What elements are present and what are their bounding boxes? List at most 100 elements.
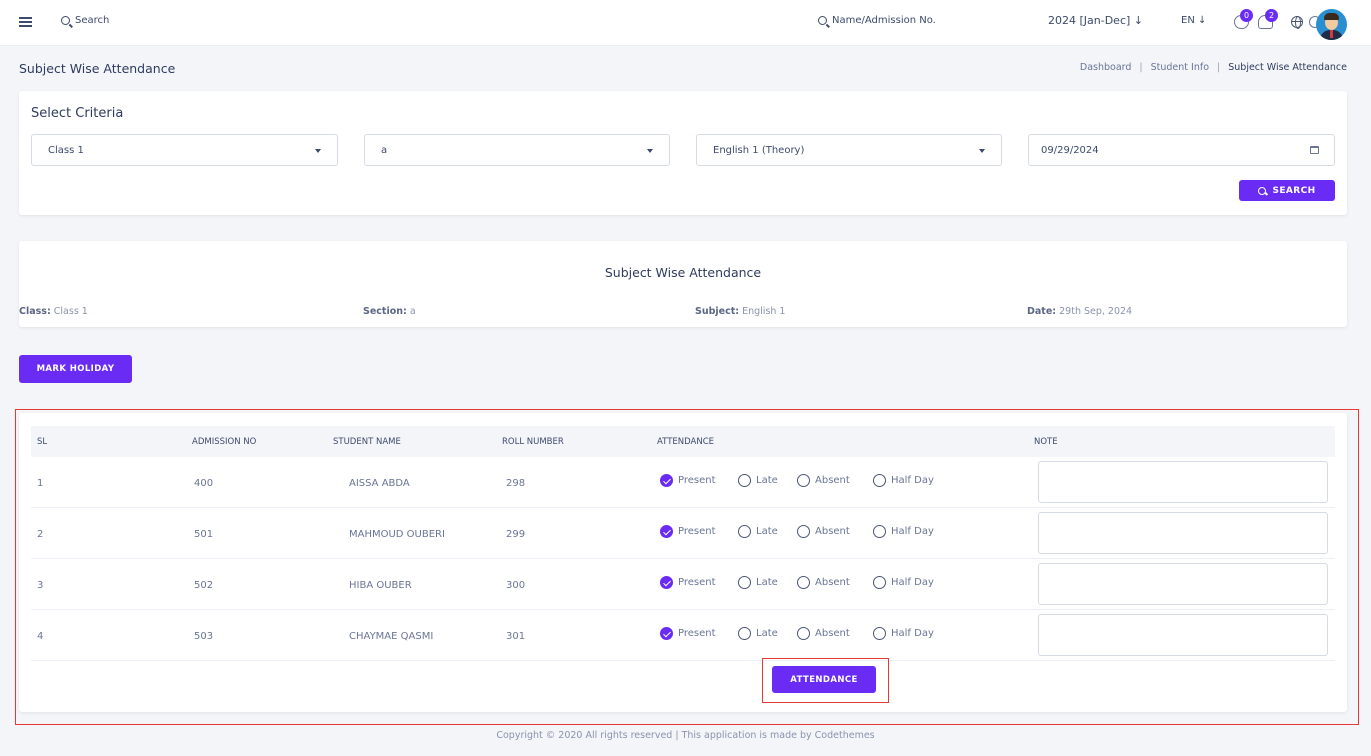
- cell-sl: 1: [37, 478, 44, 489]
- attendance-option-late[interactable]: Late: [738, 576, 778, 589]
- attendance-option-half-day[interactable]: Half Day: [873, 474, 934, 487]
- summary-subject-label: Subject:: [695, 306, 740, 317]
- radio-half-day[interactable]: [873, 525, 886, 538]
- search-button[interactable]: SEARCH: [1239, 180, 1335, 201]
- student-search[interactable]: Name/Admission No.: [818, 15, 936, 26]
- attendance-option-half-day[interactable]: Half Day: [873, 576, 934, 589]
- radio-present[interactable]: [660, 576, 673, 589]
- class-select[interactable]: Class 1: [31, 134, 338, 166]
- note-input[interactable]: [1038, 512, 1328, 554]
- footer-copyright: Copyright © 2020 All rights reserved | T…: [496, 730, 875, 741]
- mark-holiday-button[interactable]: MARK HOLIDAY: [19, 355, 132, 383]
- radio-late[interactable]: [738, 525, 751, 538]
- table-row: 3 502 HIBA OUBER 300 Present Late Absent Half D…: [31, 559, 1335, 610]
- attendance-option-label: Half Day: [891, 526, 934, 537]
- session-selector[interactable]: 2024 [Jan-Dec] ↓: [1048, 14, 1143, 27]
- radio-absent[interactable]: [797, 576, 810, 589]
- attendance-submit-button[interactable]: ATTENDANCE: [772, 666, 876, 693]
- calendar-icon[interactable]: [1310, 146, 1319, 154]
- chevron-down-icon: [647, 149, 653, 153]
- cell-student-name: CHAYMAE QASMI: [349, 631, 434, 642]
- cell-admission-no: 503: [194, 631, 214, 642]
- note-input[interactable]: [1038, 461, 1328, 503]
- radio-present[interactable]: [660, 627, 673, 640]
- col-roll-number: ROLL NUMBER: [502, 437, 564, 447]
- attendance-option-label: Present: [678, 475, 716, 486]
- class-select-value: Class 1: [48, 144, 84, 156]
- col-admission-no: ADMISSION NO: [192, 437, 257, 447]
- col-attendance: ATTENDANCE: [657, 437, 714, 447]
- note-input[interactable]: [1038, 563, 1328, 605]
- date-input[interactable]: 09/29/2024: [1028, 134, 1335, 166]
- criteria-card: Select Criteria Class 1 a English 1 (The…: [19, 91, 1347, 215]
- cell-sl: 4: [37, 631, 44, 642]
- global-search[interactable]: Search: [61, 15, 109, 26]
- attendance-option-label: Present: [678, 628, 716, 639]
- attendance-submit-highlight: ATTENDANCE: [762, 658, 889, 703]
- breadcrumb-dashboard[interactable]: Dashboard: [1080, 62, 1132, 73]
- attendance-option-half-day[interactable]: Half Day: [873, 525, 934, 538]
- section-select[interactable]: a: [364, 134, 670, 166]
- criteria-title: Select Criteria: [31, 106, 124, 121]
- attendance-option-present[interactable]: Present: [660, 525, 716, 538]
- attendance-option-label: Late: [756, 526, 778, 537]
- attendance-option-late[interactable]: Late: [738, 525, 778, 538]
- attendance-option-absent[interactable]: Absent: [797, 576, 850, 589]
- cell-admission-no: 502: [194, 580, 214, 591]
- search-icon: [61, 16, 70, 25]
- attendance-option-label: Absent: [815, 475, 850, 486]
- language-selector[interactable]: EN ↓: [1181, 15, 1206, 26]
- page-title: Subject Wise Attendance: [19, 61, 176, 76]
- section-select-value: a: [381, 144, 388, 156]
- attendance-option-label: Absent: [815, 577, 850, 588]
- summary-class: Class: Class 1: [19, 306, 88, 317]
- breadcrumb-current: Subject Wise Attendance: [1228, 62, 1347, 73]
- radio-absent[interactable]: [797, 474, 810, 487]
- attendance-option-absent[interactable]: Absent: [797, 525, 850, 538]
- radio-absent[interactable]: [797, 525, 810, 538]
- attendance-option-late[interactable]: Late: [738, 627, 778, 640]
- cell-student-name: HIBA OUBER: [349, 580, 412, 591]
- attendance-option-label: Half Day: [891, 577, 934, 588]
- radio-present[interactable]: [660, 474, 673, 487]
- subject-select[interactable]: English 1 (Theory): [696, 134, 1002, 166]
- table-header: SL ADMISSION NO STUDENT NAME ROLL NUMBER…: [31, 426, 1335, 457]
- attendance-option-present[interactable]: Present: [660, 627, 716, 640]
- breadcrumb-student-info[interactable]: Student Info: [1151, 62, 1209, 73]
- radio-absent[interactable]: [797, 627, 810, 640]
- radio-present[interactable]: [660, 525, 673, 538]
- attendance-option-present[interactable]: Present: [660, 576, 716, 589]
- attendance-option-label: Present: [678, 577, 716, 588]
- attendance-option-absent[interactable]: Absent: [797, 474, 850, 487]
- radio-late[interactable]: [738, 627, 751, 640]
- summary-section-value: a: [409, 306, 416, 317]
- radio-late[interactable]: [738, 474, 751, 487]
- menu-icon[interactable]: [19, 17, 32, 27]
- attendance-option-label: Late: [756, 577, 778, 588]
- date-input-value: 09/29/2024: [1041, 144, 1099, 156]
- attendance-option-half-day[interactable]: Half Day: [873, 627, 934, 640]
- attendance-option-absent[interactable]: Absent: [797, 627, 850, 640]
- radio-half-day[interactable]: [873, 627, 886, 640]
- attendance-table-highlight: SL ADMISSION NO STUDENT NAME ROLL NUMBER…: [15, 409, 1359, 725]
- globe-icon[interactable]: [1291, 16, 1303, 29]
- summary-card: Subject Wise Attendance Class: Class 1 S…: [19, 241, 1347, 327]
- table-row: 4 503 CHAYMAE QASMI 301 Present Late Absent Hal…: [31, 610, 1335, 661]
- summary-date: Date: 29th Sep, 2024: [1027, 306, 1132, 317]
- user-avatar[interactable]: [1316, 9, 1347, 40]
- attendance-option-present[interactable]: Present: [660, 474, 716, 487]
- table-row: 1 400 AISSA ABDA 298 Present Late Absent Half D…: [31, 457, 1335, 508]
- global-search-label: Search: [75, 15, 110, 26]
- note-input[interactable]: [1038, 614, 1328, 656]
- radio-half-day[interactable]: [873, 474, 886, 487]
- attendance-option-label: Half Day: [891, 628, 934, 639]
- attendance-option-label: Late: [756, 628, 778, 639]
- radio-half-day[interactable]: [873, 576, 886, 589]
- summary-date-label: Date:: [1027, 306, 1057, 317]
- cell-roll-number: 298: [506, 478, 526, 489]
- summary-subject-value: English 1: [742, 306, 786, 317]
- search-icon: [1258, 186, 1267, 195]
- radio-late[interactable]: [738, 576, 751, 589]
- attendance-option-late[interactable]: Late: [738, 474, 778, 487]
- attendance-option-label: Absent: [815, 526, 850, 537]
